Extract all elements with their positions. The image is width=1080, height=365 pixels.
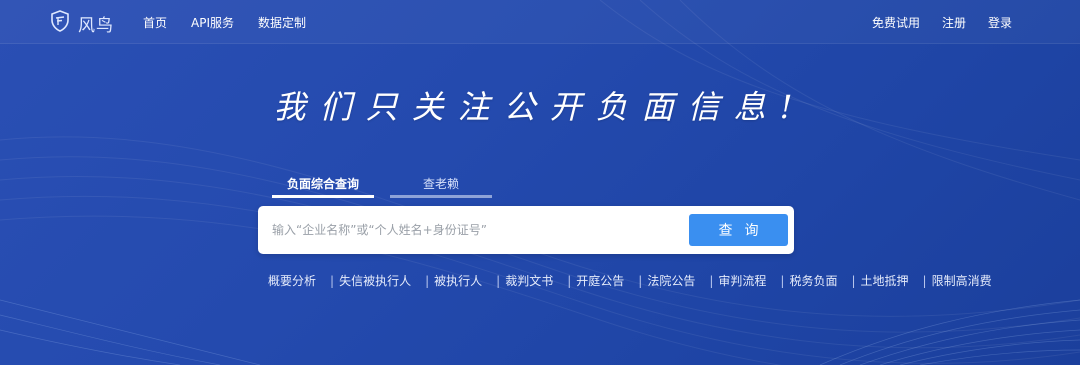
- quick-link-land-mortgage[interactable]: 土地抵押: [861, 272, 909, 289]
- nav-data-custom[interactable]: 数据定制: [258, 14, 306, 31]
- nav-api-service[interactable]: API服务: [191, 14, 234, 31]
- tab-underline: [390, 195, 492, 198]
- divider: |: [780, 273, 785, 288]
- divider: |: [851, 273, 856, 288]
- divider: |: [567, 273, 572, 288]
- quick-link-dishonest-executed[interactable]: 失信被执行人: [339, 272, 411, 289]
- divider: |: [425, 273, 430, 288]
- nav-home[interactable]: 首页: [143, 14, 167, 31]
- divider: |: [709, 273, 714, 288]
- shield-icon: [48, 9, 72, 37]
- quick-link-court-notices[interactable]: 法院公告: [647, 272, 695, 289]
- quick-links: 概要分析 | 失信被执行人 | 被执行人 | 裁判文书 | 开庭公告 | 法院公…: [268, 272, 992, 289]
- quick-link-hearing-notices[interactable]: 开庭公告: [576, 272, 624, 289]
- tab-negative-search[interactable]: 负面综合查询: [272, 176, 374, 198]
- nav-right: 免费试用 注册 登录: [850, 14, 1012, 31]
- quick-link-executed[interactable]: 被执行人: [434, 272, 482, 289]
- divider: |: [638, 273, 643, 288]
- quick-link-overview[interactable]: 概要分析: [268, 272, 316, 289]
- quick-link-tax-negative[interactable]: 税务负面: [789, 272, 837, 289]
- nav-left: 首页 API服务 数据定制: [143, 14, 330, 31]
- free-trial-link[interactable]: 免费试用: [872, 14, 920, 31]
- divider: |: [922, 273, 927, 288]
- tab-underline: [272, 195, 374, 198]
- register-link[interactable]: 注册: [942, 14, 966, 31]
- tab-label: 负面综合查询: [286, 177, 359, 191]
- search-box: 查询: [258, 206, 794, 254]
- divider: |: [496, 273, 501, 288]
- quick-link-trial-process[interactable]: 审判流程: [718, 272, 766, 289]
- slogan: 我们只关注公开负面信息!: [273, 88, 807, 126]
- login-link[interactable]: 登录: [988, 14, 1012, 31]
- search-button[interactable]: 查询: [689, 214, 788, 246]
- logo[interactable]: 风鸟: [48, 9, 114, 37]
- quick-link-consumption-limit[interactable]: 限制高消费: [932, 272, 992, 289]
- tab-label: 查老赖: [422, 177, 459, 191]
- search-tabs: 负面综合查询 查老赖: [272, 176, 492, 198]
- search-input[interactable]: [272, 218, 672, 242]
- tab-defaulter-search[interactable]: 查老赖: [390, 176, 492, 198]
- divider: |: [330, 273, 335, 288]
- top-nav: 风鸟 首页 API服务 数据定制 免费试用 注册 登录: [0, 0, 1080, 44]
- quick-link-judgments[interactable]: 裁判文书: [505, 272, 553, 289]
- background-wave-lines: [0, 0, 1080, 365]
- logo-text: 风鸟: [78, 15, 114, 36]
